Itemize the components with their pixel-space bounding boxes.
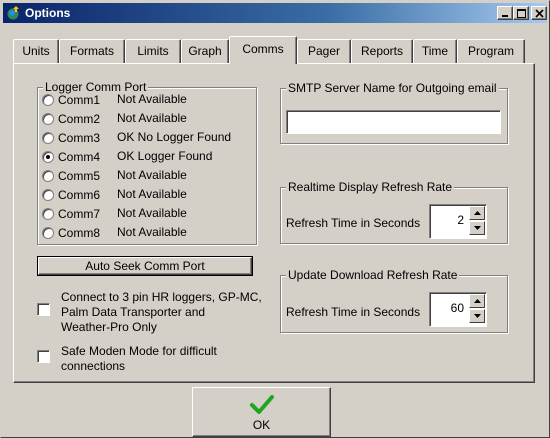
radio-label: Comm5 bbox=[58, 169, 101, 183]
spin-down-button[interactable] bbox=[469, 309, 485, 323]
radio-comm1[interactable]: Comm1 Not Available bbox=[42, 92, 272, 110]
radio-comm8[interactable]: Comm8 Not Available bbox=[42, 225, 272, 243]
radio-label: Comm1 bbox=[58, 93, 101, 107]
safe-modem-line: Safe Moden Mode for difficult bbox=[61, 344, 217, 358]
spin-down-button[interactable] bbox=[469, 221, 485, 235]
spin-up-button[interactable] bbox=[469, 294, 485, 308]
tab-reports[interactable]: Reports bbox=[351, 39, 413, 63]
connect-3pin-line: Palm Data Transporter and bbox=[61, 305, 206, 319]
radio-label: Comm3 bbox=[58, 131, 101, 145]
ok-button[interactable]: OK bbox=[192, 387, 331, 437]
radio-label: Comm6 bbox=[58, 188, 101, 202]
app-icon bbox=[6, 5, 22, 21]
radio-selected-dot bbox=[46, 155, 50, 159]
options-window: Options Units Formats Limits Graph Comms… bbox=[0, 0, 550, 438]
auto-seek-button[interactable]: Auto Seek Comm Port bbox=[37, 256, 253, 276]
arrow-up-icon bbox=[474, 299, 481, 303]
port-status: OK Logger Found bbox=[117, 149, 213, 163]
port-status: Not Available bbox=[117, 168, 187, 182]
tab-units[interactable]: Units bbox=[13, 39, 59, 63]
smtp-title: SMTP Server Name for Outgoing email bbox=[286, 81, 499, 95]
radio-button[interactable] bbox=[42, 113, 54, 125]
realtime-refresh-title: Realtime Display Refresh Rate bbox=[286, 180, 455, 194]
tab-comms[interactable]: Comms bbox=[229, 36, 297, 64]
radio-comm4[interactable]: Comm4 OK Logger Found bbox=[42, 149, 272, 167]
radio-comm7[interactable]: Comm7 Not Available bbox=[42, 206, 272, 224]
port-status: Not Available bbox=[117, 206, 187, 220]
update-download-value: 60 bbox=[450, 301, 464, 315]
realtime-refresh-label: Refresh Time in Seconds bbox=[286, 216, 421, 230]
smtp-group: SMTP Server Name for Outgoing email bbox=[280, 81, 508, 144]
port-status: Not Available bbox=[117, 111, 187, 125]
smtp-server-input[interactable] bbox=[286, 110, 501, 134]
radio-comm2[interactable]: Comm2 Not Available bbox=[42, 111, 272, 129]
update-download-title: Update Download Refresh Rate bbox=[286, 268, 460, 282]
realtime-refresh-group: Realtime Display Refresh Rate Refresh Ti… bbox=[280, 180, 508, 244]
logger-comm-port-group: Logger Comm Port Comm1 Not Available Com… bbox=[37, 80, 257, 245]
port-status: Not Available bbox=[117, 225, 187, 239]
tab-graph[interactable]: Graph bbox=[181, 39, 229, 63]
radio-comm5[interactable]: Comm5 Not Available bbox=[42, 168, 272, 186]
port-status: Not Available bbox=[117, 92, 187, 106]
maximize-button[interactable] bbox=[513, 6, 529, 20]
tab-time[interactable]: Time bbox=[413, 39, 457, 63]
arrow-down-icon bbox=[474, 226, 481, 230]
update-download-spinner[interactable]: 60 bbox=[429, 292, 487, 327]
connect-3pin-label: Connect to 3 pin HR loggers, GP-MC, Palm… bbox=[61, 290, 271, 335]
port-status: Not Available bbox=[117, 187, 187, 201]
radio-button[interactable] bbox=[42, 227, 54, 239]
tab-formats[interactable]: Formats bbox=[59, 39, 125, 63]
connect-3pin-checkbox[interactable] bbox=[37, 303, 50, 316]
radio-button[interactable] bbox=[42, 170, 54, 182]
radio-comm6[interactable]: Comm6 Not Available bbox=[42, 187, 272, 205]
minimize-button[interactable] bbox=[497, 6, 513, 20]
ok-label: OK bbox=[252, 418, 271, 432]
checkmark-icon bbox=[250, 395, 274, 418]
spin-up-button[interactable] bbox=[469, 206, 485, 220]
safe-modem-checkbox[interactable] bbox=[37, 350, 50, 363]
safe-modem-line: connections bbox=[61, 359, 126, 373]
radio-label: Comm4 bbox=[58, 150, 101, 164]
port-status: OK No Logger Found bbox=[117, 130, 232, 144]
radio-comm3[interactable]: Comm3 OK No Logger Found bbox=[42, 130, 272, 148]
window-title: Options bbox=[25, 6, 71, 20]
update-download-group: Update Download Refresh Rate Refresh Tim… bbox=[280, 268, 508, 333]
arrow-up-icon bbox=[474, 211, 481, 215]
update-download-label: Refresh Time in Seconds bbox=[286, 305, 421, 319]
arrow-down-icon bbox=[474, 314, 481, 318]
tab-program[interactable]: Program bbox=[457, 39, 525, 63]
comms-panel: Logger Comm Port Comm1 Not Available Com… bbox=[13, 63, 535, 383]
tab-pager[interactable]: Pager bbox=[297, 39, 351, 63]
close-button[interactable] bbox=[531, 6, 547, 20]
radio-label: Comm7 bbox=[58, 207, 101, 221]
connect-3pin-line: Connect to 3 pin HR loggers, GP-MC, bbox=[61, 290, 262, 304]
radio-label: Comm8 bbox=[58, 226, 101, 240]
connect-3pin-line: Weather-Pro Only bbox=[61, 320, 157, 334]
realtime-refresh-value: 2 bbox=[457, 213, 464, 227]
radio-button[interactable] bbox=[42, 189, 54, 201]
realtime-refresh-spinner[interactable]: 2 bbox=[429, 204, 487, 239]
tab-limits[interactable]: Limits bbox=[125, 39, 181, 63]
radio-button[interactable] bbox=[42, 151, 54, 163]
safe-modem-label: Safe Moden Mode for difficult connection… bbox=[61, 344, 271, 374]
radio-button[interactable] bbox=[42, 94, 54, 106]
title-bar: Options bbox=[3, 3, 547, 23]
radio-button[interactable] bbox=[42, 132, 54, 144]
radio-button[interactable] bbox=[42, 208, 54, 220]
radio-label: Comm2 bbox=[58, 112, 101, 126]
